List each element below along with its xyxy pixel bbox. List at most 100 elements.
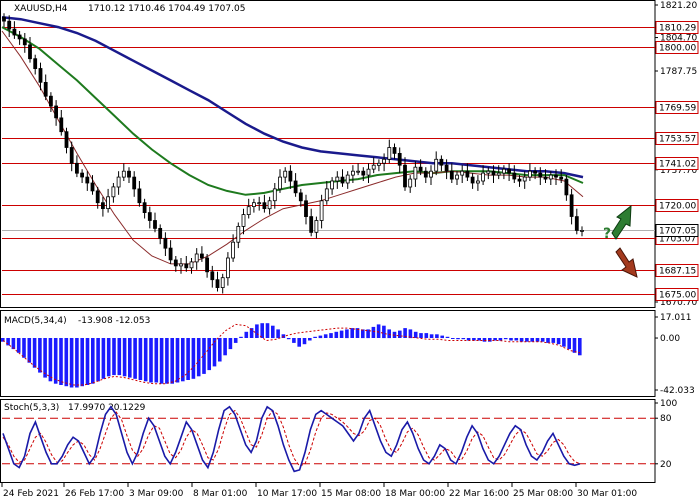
stoch-main-line bbox=[2, 405, 581, 473]
macd-bar bbox=[143, 338, 148, 382]
candle-body bbox=[345, 174, 350, 184]
last-price-label: 1707.05 bbox=[659, 227, 696, 237]
candle-body bbox=[179, 263, 183, 267]
candle-body bbox=[475, 180, 480, 184]
candle-body bbox=[455, 174, 459, 180]
candle-body bbox=[246, 206, 251, 215]
level-label: 1753.57 bbox=[659, 135, 696, 145]
macd-bar bbox=[165, 338, 169, 384]
macd-bar bbox=[75, 338, 79, 388]
candle-body bbox=[366, 168, 371, 176]
candle-body bbox=[470, 176, 475, 184]
candle-body bbox=[538, 172, 543, 178]
macd-bar bbox=[218, 338, 222, 362]
candle-body bbox=[90, 182, 95, 192]
candle-body bbox=[199, 253, 204, 259]
candle-body bbox=[168, 247, 173, 261]
candle-body bbox=[43, 82, 48, 97]
macd-bar bbox=[387, 329, 391, 339]
macd-bar bbox=[345, 329, 349, 339]
macd-bar bbox=[239, 336, 243, 338]
candle-body bbox=[132, 176, 137, 190]
macd-bar bbox=[429, 334, 434, 338]
candle-body bbox=[387, 147, 392, 160]
candle-body bbox=[80, 172, 84, 178]
candle-body bbox=[111, 186, 116, 198]
candle-body bbox=[158, 227, 163, 239]
candle-body bbox=[33, 58, 38, 70]
candle-body bbox=[75, 162, 79, 174]
macd-bar bbox=[228, 338, 233, 350]
candle-body bbox=[267, 200, 272, 210]
candle-body bbox=[496, 172, 501, 176]
level-label: 1720.00 bbox=[659, 202, 696, 212]
candle-body bbox=[517, 178, 522, 182]
macd-bar bbox=[53, 338, 58, 384]
macd-bar bbox=[482, 338, 487, 342]
candle-body bbox=[38, 68, 43, 83]
candle-body bbox=[554, 174, 558, 178]
candle-body bbox=[106, 196, 110, 210]
macd-bar bbox=[112, 338, 116, 376]
candle-body bbox=[423, 170, 428, 178]
macd-bar bbox=[154, 338, 159, 383]
candle-body bbox=[564, 178, 569, 196]
macd-bar bbox=[27, 338, 32, 363]
macd-bar bbox=[445, 336, 450, 338]
macd-bar bbox=[128, 338, 132, 378]
time-axis-label: 26 Feb 17:00 bbox=[65, 489, 124, 499]
candle-body bbox=[512, 172, 517, 180]
candle-body bbox=[486, 170, 491, 174]
macd-bar bbox=[313, 336, 317, 338]
candle-body bbox=[59, 117, 64, 133]
candle-body bbox=[434, 158, 439, 172]
macd-bar bbox=[202, 338, 206, 374]
candle-body bbox=[528, 170, 532, 178]
candle-body bbox=[481, 172, 486, 182]
moving-averages bbox=[1, 15, 584, 265]
macd-label: MACD(5,34,4) bbox=[4, 316, 67, 326]
macd-bar bbox=[106, 338, 111, 377]
level-label: 1675.00 bbox=[659, 291, 696, 301]
candle-body bbox=[2, 16, 6, 22]
candle-body bbox=[220, 277, 225, 289]
candle-body bbox=[382, 158, 387, 164]
candle-body bbox=[418, 166, 423, 172]
macd-bar bbox=[371, 326, 376, 338]
candle-body bbox=[236, 225, 241, 243]
macd-bar bbox=[398, 330, 402, 338]
macd-bar bbox=[276, 329, 280, 339]
candle-body bbox=[533, 170, 537, 174]
candle-body bbox=[340, 176, 345, 184]
candle-body bbox=[319, 200, 324, 221]
candle-body bbox=[449, 170, 454, 180]
macd-axis-label: 17.011 bbox=[660, 313, 692, 323]
macd-bar bbox=[22, 338, 26, 358]
candle-body bbox=[293, 180, 298, 194]
macd-bar bbox=[519, 338, 524, 342]
macd-bar bbox=[281, 334, 286, 338]
macd-bar bbox=[64, 338, 69, 387]
macd-bar bbox=[382, 325, 386, 339]
macd-bar bbox=[488, 338, 492, 342]
candle-body bbox=[501, 168, 506, 174]
candle-body bbox=[241, 214, 246, 227]
candle-body bbox=[189, 261, 194, 269]
macd-bar bbox=[85, 338, 90, 385]
macd-bar bbox=[149, 338, 153, 383]
candle-body bbox=[376, 162, 381, 166]
macd-axis-label: 0.00 bbox=[660, 334, 680, 344]
macd-bar bbox=[244, 331, 249, 338]
candle-body bbox=[522, 176, 527, 182]
macd-bar bbox=[43, 338, 47, 378]
candle-body bbox=[22, 38, 27, 46]
candle-body bbox=[101, 202, 105, 209]
candle-body bbox=[231, 241, 236, 259]
macd-bar bbox=[323, 334, 328, 338]
macd-bar bbox=[567, 338, 571, 350]
time-axis-label: 18 Mar 00:00 bbox=[385, 489, 445, 499]
candle-body bbox=[153, 220, 157, 229]
candle-body bbox=[7, 20, 12, 30]
candle-body bbox=[49, 95, 53, 107]
forecast-question-mark: ? bbox=[603, 226, 611, 242]
